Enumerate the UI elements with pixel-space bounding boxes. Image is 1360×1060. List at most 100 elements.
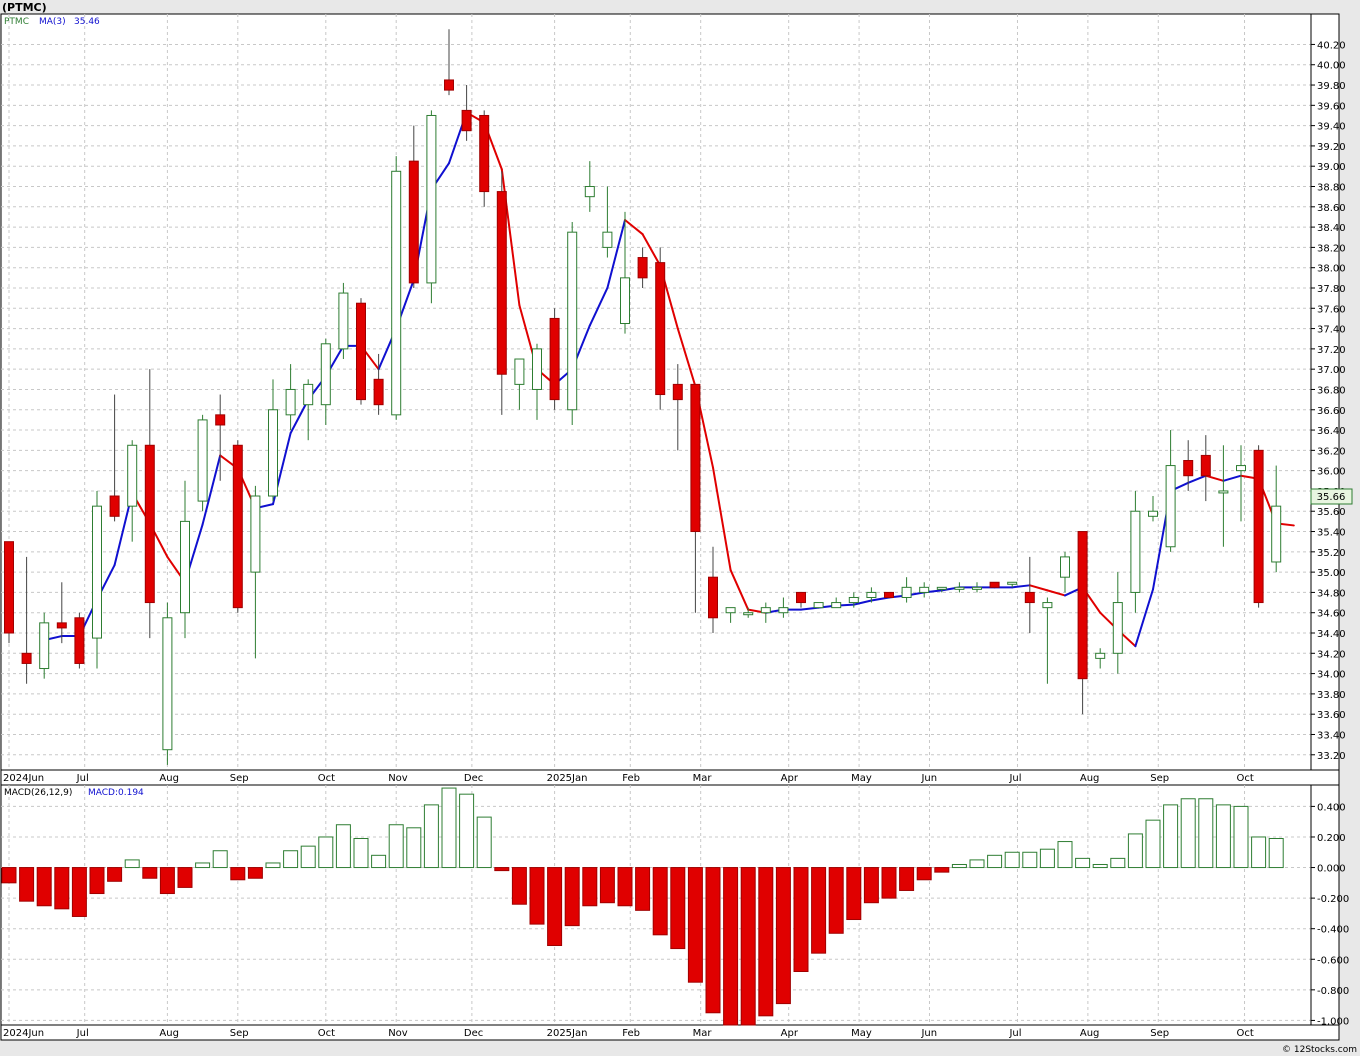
macd-bar [529, 867, 545, 925]
candle-body [584, 186, 595, 198]
macd-bar [793, 867, 809, 972]
macd-bar [212, 850, 228, 869]
price-tick-label: 40.20 [1317, 40, 1346, 51]
macd-bar [1145, 819, 1161, 869]
price-tick-label: 34.20 [1317, 649, 1346, 660]
date-tick-label: Sep [1150, 1028, 1169, 1039]
macd-date-axis [0, 1024, 1340, 1041]
date-tick-label: Jul [1008, 773, 1021, 784]
macd-bar [987, 854, 1003, 869]
macd-bar [1180, 798, 1196, 869]
candle-body [672, 383, 683, 401]
candle-body [796, 591, 806, 604]
macd-bar [300, 845, 316, 869]
macd-bar [916, 867, 932, 881]
date-tick-label: Aug [159, 773, 179, 784]
macd-bar [54, 867, 70, 910]
macd-bar [723, 867, 739, 1026]
macd-bar [758, 867, 774, 1017]
macd-bar [230, 867, 246, 881]
candle-body [320, 343, 331, 406]
candle-body [514, 358, 525, 385]
price-tick-label: 33.40 [1317, 730, 1346, 741]
candle-body [1007, 581, 1018, 585]
macd-bar [247, 867, 263, 879]
candle-body [620, 277, 630, 325]
macd-bar [547, 867, 563, 947]
macd-bar [1, 867, 17, 884]
price-tick-label: 37.80 [1317, 284, 1346, 295]
price-tick-label: 39.60 [1317, 101, 1346, 112]
candle-body [989, 581, 1000, 588]
candle-body [655, 262, 666, 396]
date-tick-label: Jun [920, 773, 937, 784]
candle-body [1042, 602, 1053, 609]
candle-body [602, 231, 613, 248]
price-tick-label: 37.00 [1317, 365, 1346, 376]
candle-body [479, 114, 490, 193]
price-tick-label: 35.20 [1317, 548, 1346, 559]
date-tick-label: Aug [1080, 773, 1100, 784]
price-tick-label: 38.60 [1317, 203, 1346, 214]
candle-body [1112, 602, 1123, 654]
candle-body [109, 495, 120, 517]
macd-bar [582, 867, 598, 907]
macd-bar [142, 867, 158, 879]
price-tick-label: 36.60 [1317, 406, 1346, 417]
macd-bar [564, 867, 580, 927]
macd-bar [881, 867, 897, 899]
date-tick-label: Jun [920, 1028, 937, 1039]
price-tick-label: 36.80 [1317, 385, 1346, 396]
macd-bar [863, 867, 879, 904]
candle-body [936, 586, 947, 590]
candle-body [197, 419, 208, 502]
date-tick-label: Oct [1237, 1028, 1254, 1039]
candle-body [373, 378, 384, 406]
price-tick-label: 37.40 [1317, 325, 1346, 336]
date-tick-label: Sep [1150, 773, 1169, 784]
macd-bar [1268, 838, 1284, 869]
candle-body [391, 170, 402, 416]
price-tick-label: 35.00 [1317, 568, 1346, 579]
candle-body [162, 617, 173, 751]
candle-body [496, 191, 507, 375]
macd-bar [459, 793, 475, 869]
candle-body [1148, 510, 1158, 517]
price-tick-label: 39.20 [1317, 142, 1346, 153]
price-tick-label: 35.40 [1317, 528, 1346, 539]
macd-tick-label: -0.600 [1317, 955, 1349, 966]
macd-bar [265, 862, 281, 869]
candle-body [1253, 449, 1264, 604]
macd-bar [177, 867, 193, 888]
price-tick-label: 33.20 [1317, 751, 1346, 762]
candle-body [778, 607, 789, 614]
candle-body [1095, 652, 1106, 659]
price-tick-label: 35.60 [1317, 507, 1346, 518]
macd-bar [1057, 841, 1073, 869]
price-tick-label: 40.00 [1317, 61, 1346, 72]
macd-bar [1092, 863, 1108, 869]
candle-body [1200, 454, 1211, 477]
candle-body [127, 444, 138, 507]
date-tick-label: Oct [1237, 773, 1254, 784]
candle-body [1165, 465, 1176, 548]
candle-body [39, 622, 50, 670]
candle-body [1271, 505, 1282, 563]
date-tick-label: Mar [693, 1028, 713, 1039]
candle-body [708, 576, 718, 619]
date-tick-label: Sep [230, 1028, 249, 1039]
macd-bar [652, 867, 668, 936]
macd-bar [687, 867, 703, 983]
macd-bar [353, 838, 369, 869]
macd-bar [71, 867, 87, 917]
price-tick-label: 34.00 [1317, 670, 1346, 681]
candle-body [250, 495, 261, 573]
price-tick-label: 36.40 [1317, 426, 1346, 437]
macd-bar [969, 859, 985, 869]
candle-body [637, 257, 648, 279]
macd-bar [19, 867, 35, 902]
candle-body [356, 302, 366, 401]
macd-bar [124, 859, 140, 869]
price-tick-label: 36.20 [1317, 446, 1346, 457]
price-tick-label: 37.60 [1317, 304, 1346, 315]
